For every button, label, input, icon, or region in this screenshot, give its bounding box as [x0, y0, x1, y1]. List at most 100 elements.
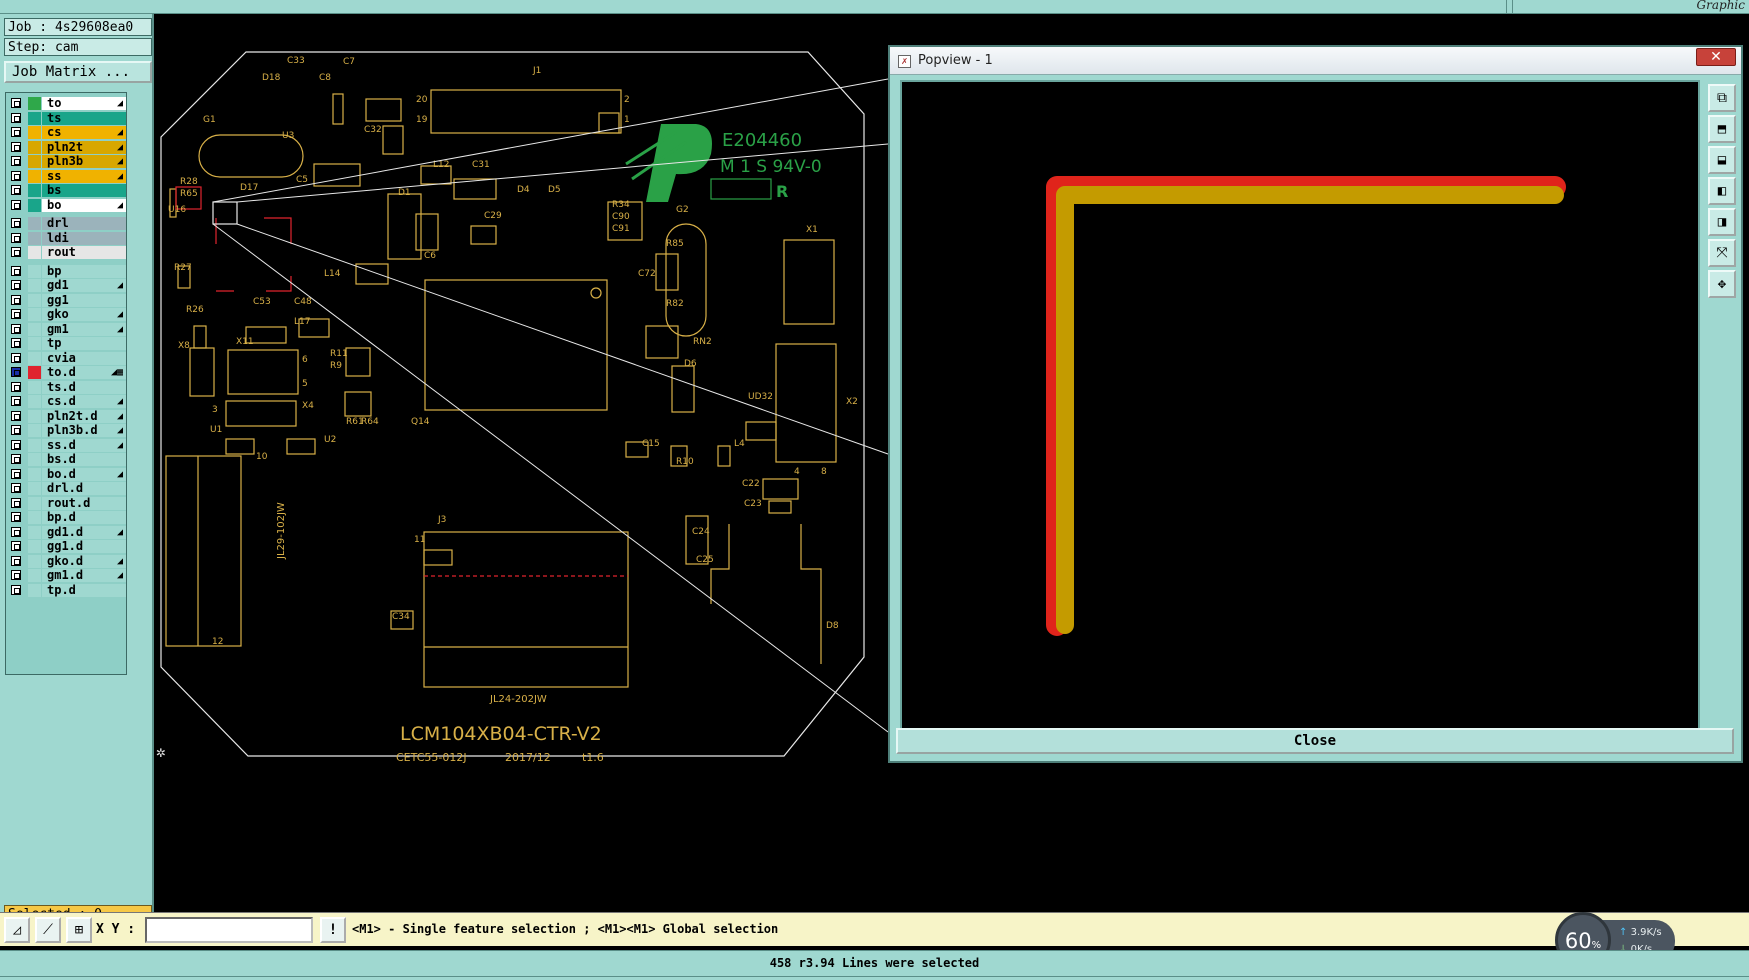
layer-checkbox[interactable]	[11, 410, 21, 421]
layer-name[interactable]: gm1.d ◢	[42, 569, 126, 582]
layer-checkbox[interactable]	[11, 232, 21, 243]
layer-checkbox[interactable]	[11, 338, 21, 348]
layer-row-to-d[interactable]: to.d ◢▦	[6, 365, 126, 380]
layer-row-gko-d[interactable]: gko.d ◢	[6, 554, 126, 569]
layer-row-rout[interactable]: rout	[6, 245, 126, 260]
measure-icon[interactable]: ⟋	[35, 917, 61, 943]
layer-name[interactable]: cs.d ◢	[42, 395, 126, 408]
layer-checkbox[interactable]	[11, 512, 21, 522]
layer-row-gd1[interactable]: gd1 ◢	[6, 278, 126, 293]
layer-row-drl-d[interactable]: drl.d	[6, 481, 126, 496]
layer-name[interactable]: pln3b ◢	[42, 155, 126, 168]
layer-checkbox[interactable]	[11, 218, 21, 228]
layer-checkbox[interactable]	[11, 170, 21, 181]
layer-checkbox[interactable]	[11, 247, 21, 257]
layer-name[interactable]: tp	[42, 337, 126, 350]
layer-name[interactable]: gg1	[42, 293, 126, 307]
pan-right-icon[interactable]: ◨	[1708, 208, 1736, 236]
layer-name[interactable]: pln3b.d ◢	[42, 424, 126, 437]
layer-name[interactable]: gm1 ◢	[42, 322, 126, 336]
layer-checkbox[interactable]	[11, 541, 21, 551]
layer-row-to[interactable]: to ◢	[6, 96, 126, 111]
grid-snap-icon[interactable]: ⊞	[66, 917, 92, 943]
layer-row-cvia[interactable]: cvia	[6, 351, 126, 366]
popview-titlebar[interactable]: Popview - 1	[890, 47, 1741, 75]
popview-canvas[interactable]	[900, 80, 1700, 730]
layer-name[interactable]: to ◢	[42, 97, 126, 110]
layer-checkbox[interactable]	[11, 323, 21, 334]
layer-checkbox[interactable]	[11, 294, 21, 305]
layer-name[interactable]: ss ◢	[42, 169, 126, 183]
layer-row-ts[interactable]: ts	[6, 111, 126, 126]
layer-row-ldi[interactable]: ldi	[6, 231, 126, 246]
select-mode-icon[interactable]: ◿	[4, 917, 30, 943]
layer-name[interactable]: gko.d ◢	[42, 554, 126, 568]
layer-row-ss[interactable]: ss ◢	[6, 169, 126, 184]
layer-row-gd1-d[interactable]: gd1.d ◢	[6, 525, 126, 540]
layer-checkbox[interactable]	[11, 141, 21, 152]
layer-row-pln3b[interactable]: pln3b ◢	[6, 154, 126, 169]
layer-checkbox[interactable]	[11, 352, 21, 363]
layer-row-gg1[interactable]: gg1	[6, 293, 126, 308]
layer-name[interactable]: bs	[42, 184, 126, 197]
layer-name[interactable]: gd1 ◢	[42, 279, 126, 292]
layer-row-gm1-d[interactable]: gm1.d ◢	[6, 568, 126, 583]
zoom-home-icon[interactable]: ✥	[1708, 270, 1736, 298]
pan-down-icon[interactable]: ⬓	[1708, 146, 1736, 174]
layer-row-tp-d[interactable]: tp.d	[6, 583, 126, 598]
layer-row-bp[interactable]: bp	[6, 264, 126, 279]
layer-checkbox[interactable]	[11, 425, 21, 435]
layer-name[interactable]: rout.d	[42, 496, 126, 510]
layer-row-bs[interactable]: bs	[6, 183, 126, 198]
layer-checkbox[interactable]	[11, 112, 21, 123]
layer-checkbox[interactable]	[11, 127, 21, 137]
layer-row-bo-d[interactable]: bo.d ◢	[6, 467, 126, 482]
layer-name[interactable]: bp	[42, 264, 126, 278]
layer-row-cs[interactable]: cs ◢	[6, 125, 126, 140]
close-icon[interactable]: ✕	[1696, 48, 1736, 66]
layer-checkbox[interactable]	[11, 526, 21, 537]
layer-checkbox[interactable]	[11, 367, 21, 377]
layer-name[interactable]: bs.d	[42, 453, 126, 466]
xy-input[interactable]	[145, 917, 313, 943]
pan-left-icon[interactable]: ◧	[1708, 177, 1736, 205]
layer-checkbox[interactable]	[11, 570, 21, 580]
layer-row-ts-d[interactable]: ts.d	[6, 380, 126, 395]
layer-name[interactable]: tp.d	[42, 583, 126, 597]
layer-row-rout-d[interactable]: rout.d	[6, 496, 126, 511]
layer-row-gm1[interactable]: gm1 ◢	[6, 322, 126, 337]
layer-checkbox[interactable]	[11, 309, 21, 319]
layer-row-pln2t-d[interactable]: pln2t.d ◢	[6, 409, 126, 424]
layer-name[interactable]: cs ◢	[42, 126, 126, 139]
layer-name[interactable]: pln2t ◢	[42, 140, 126, 154]
layer-checkbox[interactable]	[11, 199, 21, 210]
layer-name[interactable]: drl.d	[42, 482, 126, 495]
layer-checkbox[interactable]	[11, 439, 21, 450]
layer-row-bs-d[interactable]: bs.d	[6, 452, 126, 467]
zoom-window-icon[interactable]: ⧉	[1708, 84, 1736, 112]
layer-name[interactable]: ts.d	[42, 380, 126, 394]
layer-checkbox[interactable]	[11, 280, 21, 290]
layer-checkbox[interactable]	[11, 468, 21, 479]
layer-name[interactable]: bp.d	[42, 511, 126, 524]
layer-checkbox[interactable]	[11, 381, 21, 392]
layer-row-pln3b-d[interactable]: pln3b.d ◢	[6, 423, 126, 438]
board-graphic-canvas[interactable]: R E204460 M 1 S 94V-0 LCM104XB04-CTR-V2 …	[156, 14, 891, 814]
layer-name[interactable]: rout	[42, 246, 126, 259]
layer-name[interactable]: ts	[42, 111, 126, 125]
layer-checkbox[interactable]	[11, 185, 21, 195]
layer-name[interactable]: ldi	[42, 231, 126, 245]
pan-up-icon[interactable]: ⬒	[1708, 115, 1736, 143]
fit-all-icon[interactable]: ⤧	[1708, 239, 1736, 267]
layer-name[interactable]: drl	[42, 217, 126, 230]
layer-checkbox[interactable]	[11, 98, 21, 108]
layer-name[interactable]: bo ◢	[42, 198, 126, 212]
layer-name[interactable]: ss.d ◢	[42, 438, 126, 452]
layer-checkbox[interactable]	[11, 555, 21, 566]
close-button[interactable]: Close	[896, 728, 1734, 754]
layer-row-drl[interactable]: drl	[6, 216, 126, 231]
layer-checkbox[interactable]	[11, 454, 21, 464]
layer-name[interactable]: gd1.d ◢	[42, 525, 126, 539]
layer-row-bp-d[interactable]: bp.d	[6, 510, 126, 525]
layer-name[interactable]: to.d ◢▦	[42, 366, 126, 379]
